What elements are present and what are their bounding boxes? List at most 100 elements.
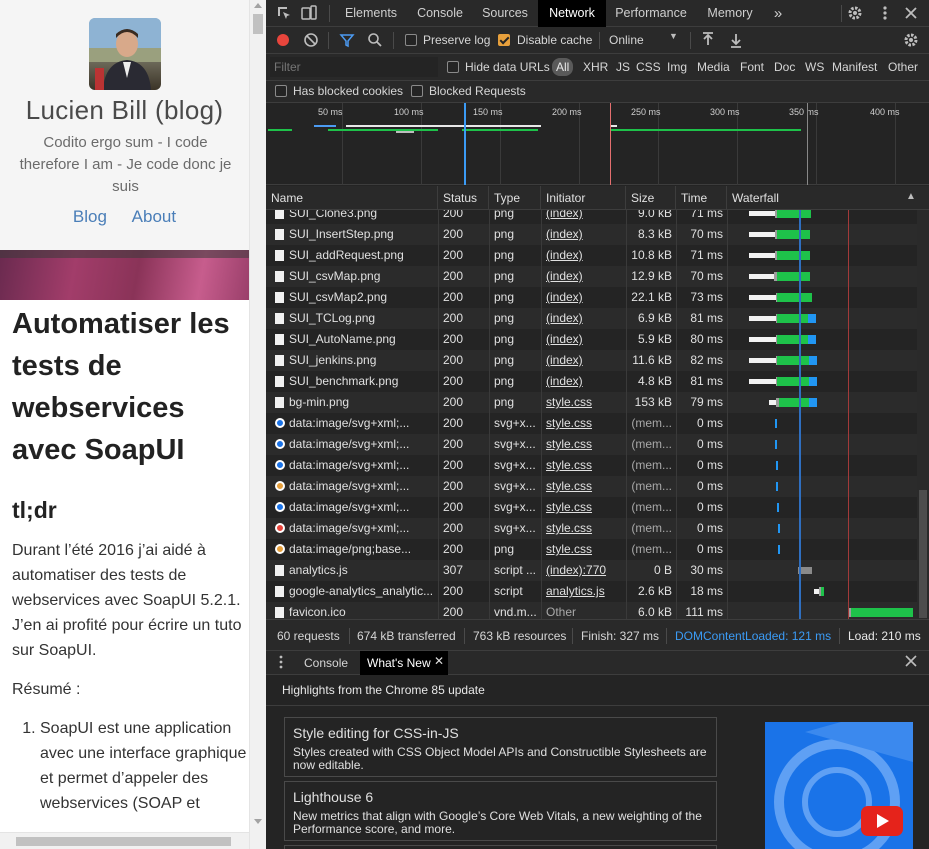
hide-data-urls-label[interactable]: Hide data URLs	[465, 60, 550, 74]
drawer-tab-whats-new[interactable]: What's New ✕	[360, 651, 448, 675]
request-name[interactable]: data:image/svg+xml;...	[289, 413, 436, 434]
filter-type-manifest[interactable]: Manifest	[832, 60, 877, 74]
table-row[interactable]: data:image/svg+xml;... 200 svg+x... style.c…	[266, 455, 917, 476]
request-name[interactable]: bg-min.png	[289, 392, 436, 413]
blocked-requests-label[interactable]: Blocked Requests	[429, 84, 526, 98]
request-initiator[interactable]: (index)	[546, 224, 624, 245]
nav-link-about[interactable]: About	[132, 207, 176, 226]
network-settings-icon[interactable]	[903, 32, 919, 51]
table-row[interactable]: data:image/png;base... 200 png style.css (me…	[266, 539, 917, 560]
table-row[interactable]: google-analytics_analytic... 200 script ana…	[266, 581, 917, 602]
feature-card[interactable]	[284, 845, 717, 849]
table-row[interactable]: data:image/svg+xml;... 200 svg+x... style.c…	[266, 413, 917, 434]
close-devtools-icon[interactable]	[903, 5, 919, 24]
preserve-log-checkbox[interactable]	[405, 34, 417, 46]
request-initiator[interactable]: (index)	[546, 245, 624, 266]
filter-type-all[interactable]: All	[552, 58, 574, 76]
request-initiator[interactable]: (index)	[546, 210, 624, 224]
request-initiator[interactable]: (index)	[546, 350, 624, 371]
request-initiator[interactable]: style.css	[546, 434, 624, 455]
scroll-up-icon[interactable]	[254, 3, 262, 8]
filter-funnel-icon[interactable]	[339, 32, 355, 51]
request-initiator[interactable]: (index)	[546, 266, 624, 287]
close-drawer-icon[interactable]	[904, 654, 918, 671]
preserve-log-label[interactable]: Preserve log	[423, 33, 490, 47]
request-initiator[interactable]: (index)	[546, 308, 624, 329]
request-initiator[interactable]: style.css	[546, 476, 624, 497]
request-name[interactable]: SUI_benchmark.png	[289, 371, 436, 392]
filter-type-media[interactable]: Media	[697, 60, 730, 74]
request-name[interactable]: google-analytics_analytic...	[289, 581, 436, 602]
page-horizontal-scrollbar[interactable]	[0, 832, 249, 849]
feature-card[interactable]: Style editing for CSS-in-JS Styles creat…	[284, 717, 717, 777]
filter-type-font[interactable]: Font	[740, 60, 764, 74]
tab-console[interactable]: Console	[408, 0, 472, 27]
request-name[interactable]: SUI_TCLog.png	[289, 308, 436, 329]
more-options-icon[interactable]	[877, 5, 893, 24]
table-row[interactable]: SUI_benchmark.png 200 png (index) 4.8 kB 81 m…	[266, 371, 917, 392]
column-header-status[interactable]: Status	[438, 186, 489, 210]
request-initiator[interactable]: style.css	[546, 497, 624, 518]
table-row[interactable]: data:image/svg+xml;... 200 svg+x... style.c…	[266, 497, 917, 518]
chevron-down-icon[interactable]: ▼	[669, 31, 678, 41]
import-har-icon[interactable]	[701, 32, 715, 51]
column-header-waterfall[interactable]: Waterfall	[727, 186, 929, 210]
request-name[interactable]: data:image/svg+xml;...	[289, 518, 436, 539]
filter-type-js[interactable]: JS	[616, 60, 630, 74]
table-row[interactable]: SUI_TCLog.png 200 png (index) 6.9 kB 81 ms	[266, 308, 917, 329]
table-row[interactable]: favicon.ico 200 vnd.m... Other 6.0 kB 111 ms	[266, 602, 917, 619]
request-initiator[interactable]: analytics.js	[546, 581, 624, 602]
request-initiator[interactable]: (index):770	[546, 560, 624, 581]
filter-type-ws[interactable]: WS	[805, 60, 824, 74]
disable-cache-checkbox[interactable]	[498, 34, 510, 46]
settings-gear-icon[interactable]	[847, 5, 863, 24]
drawer-tab-label[interactable]: What's New	[367, 656, 431, 670]
throttling-select[interactable]: Online	[609, 33, 644, 47]
has-blocked-cookies-label[interactable]: Has blocked cookies	[293, 84, 403, 98]
column-header-initiator[interactable]: Initiator	[541, 186, 626, 210]
more-tabs-button[interactable]: »	[771, 0, 785, 27]
request-name[interactable]: SUI_AutoName.png	[289, 329, 436, 350]
table-row[interactable]: analytics.js 307 script ... (index):770 0 B 3…	[266, 560, 917, 581]
table-row[interactable]: data:image/svg+xml;... 200 svg+x... style.c…	[266, 476, 917, 497]
drawer-menu-icon[interactable]	[278, 655, 284, 672]
filter-type-other[interactable]: Other	[888, 60, 918, 74]
inspect-element-icon[interactable]	[276, 5, 292, 24]
filter-type-css[interactable]: CSS	[636, 60, 661, 74]
request-initiator[interactable]: style.css	[546, 413, 624, 434]
video-thumbnail[interactable]	[765, 722, 913, 849]
sort-ascending-icon[interactable]: ▲	[906, 191, 916, 202]
page-vertical-scrollbar[interactable]	[249, 0, 266, 849]
feature-card-title[interactable]: Style editing for CSS-in-JS	[293, 725, 459, 741]
tab-sources[interactable]: Sources	[474, 0, 536, 27]
nav-link-blog[interactable]: Blog	[73, 207, 107, 226]
table-row[interactable]: bg-min.png 200 png style.css 153 kB 79 ms	[266, 392, 917, 413]
blog-title[interactable]: Lucien Bill (blog)	[0, 95, 249, 126]
column-header-name[interactable]: Name	[266, 186, 438, 210]
table-row[interactable]: SUI_csvMap2.png 200 png (index) 22.1 kB 73 ms	[266, 287, 917, 308]
feature-card-title[interactable]: Lighthouse 6	[293, 789, 373, 805]
scroll-down-icon[interactable]	[254, 819, 262, 824]
tab-elements[interactable]: Elements	[336, 0, 406, 27]
network-overview[interactable]: 50 ms 100 ms 150 ms 200 ms 250 ms 300 ms…	[266, 103, 929, 185]
request-name[interactable]: SUI_csvMap.png	[289, 266, 436, 287]
table-row[interactable]: SUI_AutoName.png 200 png (index) 5.9 kB 80 ms	[266, 329, 917, 350]
request-name[interactable]: SUI_jenkins.png	[289, 350, 436, 371]
hide-data-urls-checkbox[interactable]	[447, 61, 459, 73]
request-initiator[interactable]: style.css	[546, 518, 624, 539]
request-name[interactable]: data:image/svg+xml;...	[289, 434, 436, 455]
device-toolbar-icon[interactable]	[301, 5, 317, 24]
filter-input[interactable]	[270, 57, 438, 77]
has-blocked-cookies-checkbox[interactable]	[275, 85, 287, 97]
request-initiator[interactable]: style.css	[546, 455, 624, 476]
tab-network[interactable]: Network	[538, 0, 606, 27]
table-row[interactable]: SUI_jenkins.png 200 png (index) 11.6 kB 82 ms	[266, 350, 917, 371]
filter-type-img[interactable]: Img	[667, 60, 687, 74]
request-name[interactable]: data:image/svg+xml;...	[289, 497, 436, 518]
request-name[interactable]: SUI_addRequest.png	[289, 245, 436, 266]
request-name[interactable]: SUI_Clone3.png	[289, 210, 436, 224]
column-header-time[interactable]: Time	[676, 186, 727, 210]
request-initiator[interactable]: (index)	[546, 329, 624, 350]
column-header-size[interactable]: Size	[626, 186, 676, 210]
search-icon[interactable]	[367, 32, 383, 51]
